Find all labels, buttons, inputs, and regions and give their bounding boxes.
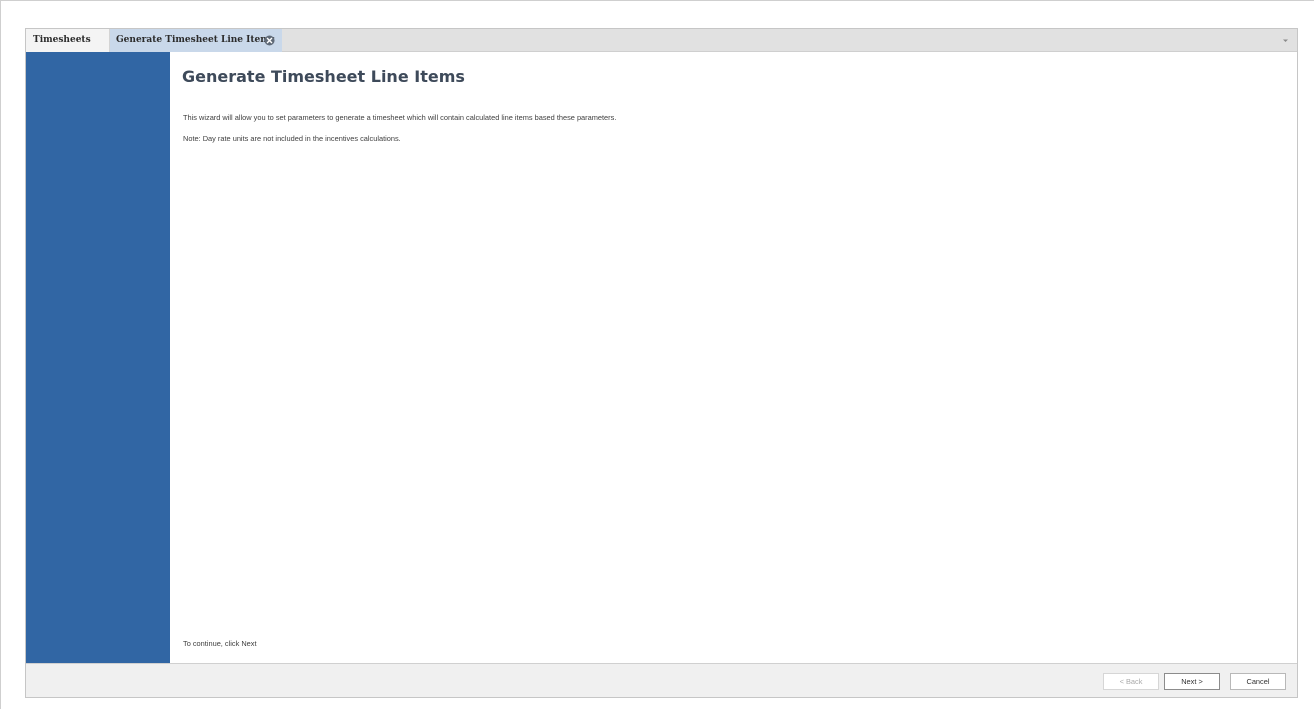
wizard-title: Generate Timesheet Line Items — [182, 67, 465, 86]
tab-strip: Timesheets Generate Timesheet Line Items — [26, 29, 1297, 52]
close-circle-icon[interactable] — [264, 35, 275, 46]
chevron-down-icon[interactable] — [1282, 37, 1289, 44]
wizard-sidebar — [26, 52, 170, 663]
tab-timesheets-label: Timesheets — [33, 35, 91, 45]
wizard-footer: < Back Next > Cancel — [26, 663, 1297, 697]
wizard-description: This wizard will allow you to set parame… — [183, 113, 617, 122]
tab-generate-timesheet-line-items[interactable]: Generate Timesheet Line Items — [110, 29, 282, 52]
wizard-note: Note: Day rate units are not included in… — [183, 134, 401, 143]
wizard-content: Generate Timesheet Line Items This wizar… — [170, 52, 1297, 663]
continue-hint: To continue, click Next — [183, 639, 257, 648]
tab-timesheets[interactable]: Timesheets — [26, 29, 110, 52]
back-button[interactable]: < Back — [1103, 673, 1159, 690]
wizard-frame: Timesheets Generate Timesheet Line Items… — [25, 28, 1298, 698]
tab-generate-label: Generate Timesheet Line Items — [116, 35, 275, 45]
cancel-button[interactable]: Cancel — [1230, 673, 1286, 690]
next-button[interactable]: Next > — [1164, 673, 1220, 690]
application-window: Timesheets Generate Timesheet Line Items… — [0, 0, 1314, 709]
